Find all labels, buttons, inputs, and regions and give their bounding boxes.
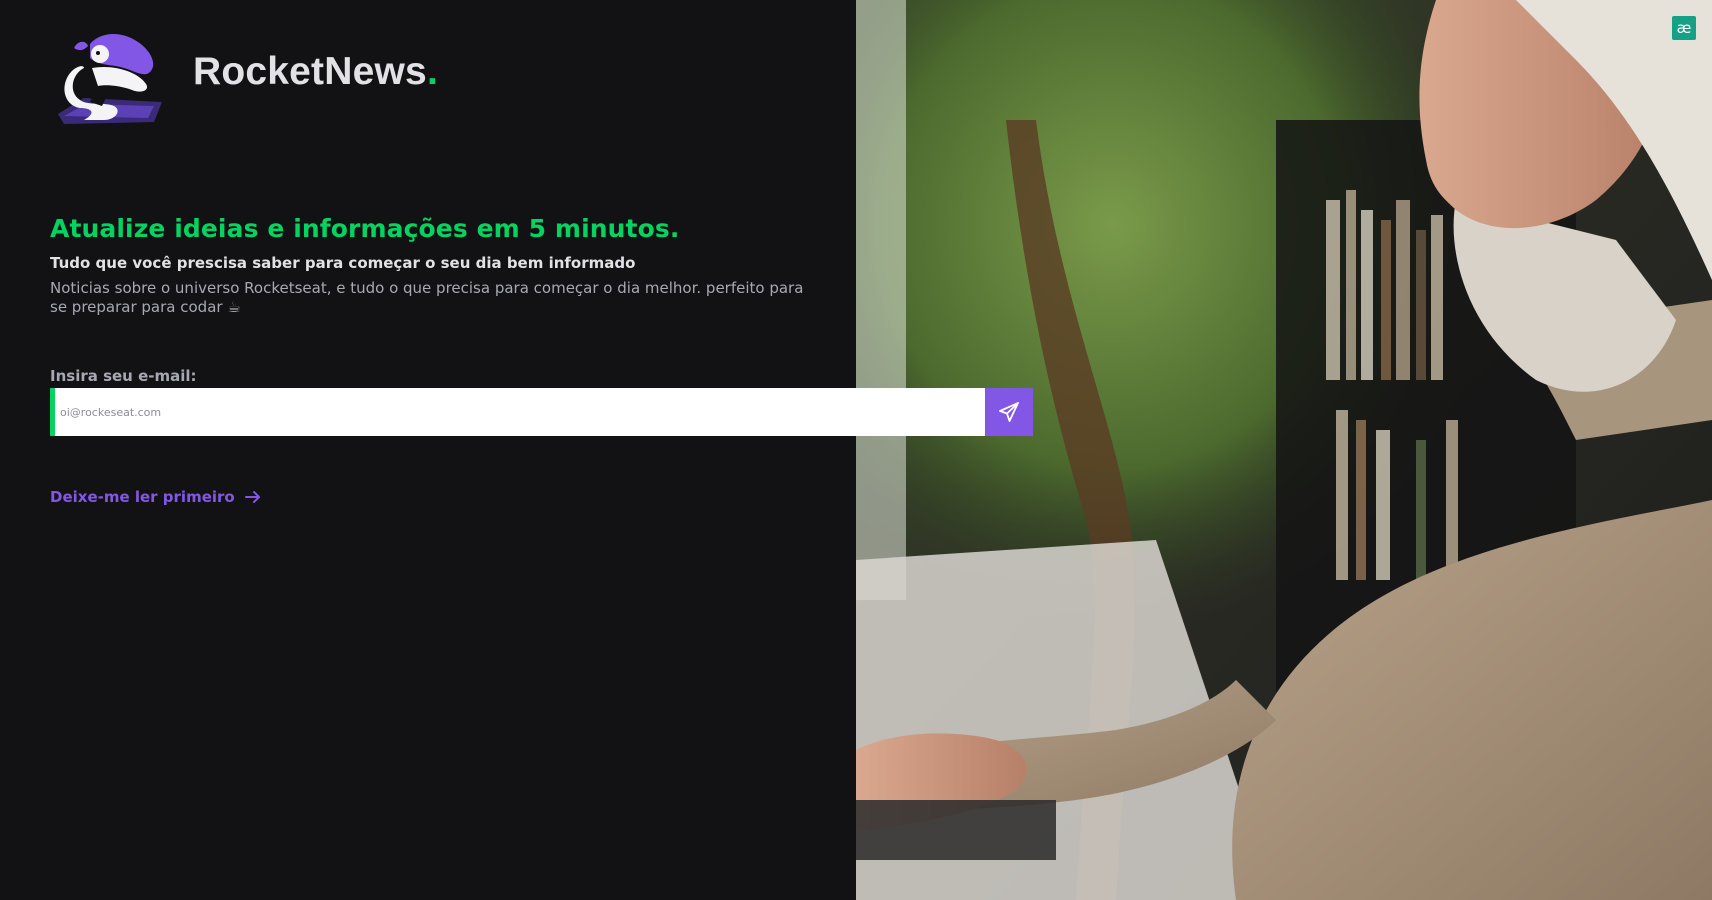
hero-description: Noticias sobre o universo Rocketseat, e … [50,279,804,316]
hero-subheadline: Tudo que você prescisa saber para começa… [50,254,636,272]
left-panel: RocketNews. Atualize ideias e informaçõe… [0,0,856,900]
landing-page: RocketNews. Atualize ideias e informaçõe… [0,0,1712,900]
hero-photo: æ [856,0,1712,900]
send-icon [999,402,1019,422]
arrow-right-icon [244,491,260,503]
email-form [50,388,1033,436]
read-first-link[interactable]: Deixe-me ler primeiro [50,487,263,507]
person-typing-photo [856,0,1712,900]
send-button[interactable] [985,388,1033,436]
extension-badge[interactable]: æ [1672,16,1696,40]
brand-title: RocketNews. [193,50,438,94]
read-first-label: Deixe-me ler primeiro [50,488,235,506]
rocket-mascot-logo [58,34,162,124]
hero-headline: Atualize ideias e informações em 5 minut… [50,214,680,243]
email-label: Insira seu e-mail: [50,367,197,385]
brand-dot: . [426,50,438,93]
brand-name: RocketNews [193,50,427,93]
email-input[interactable] [50,388,985,436]
